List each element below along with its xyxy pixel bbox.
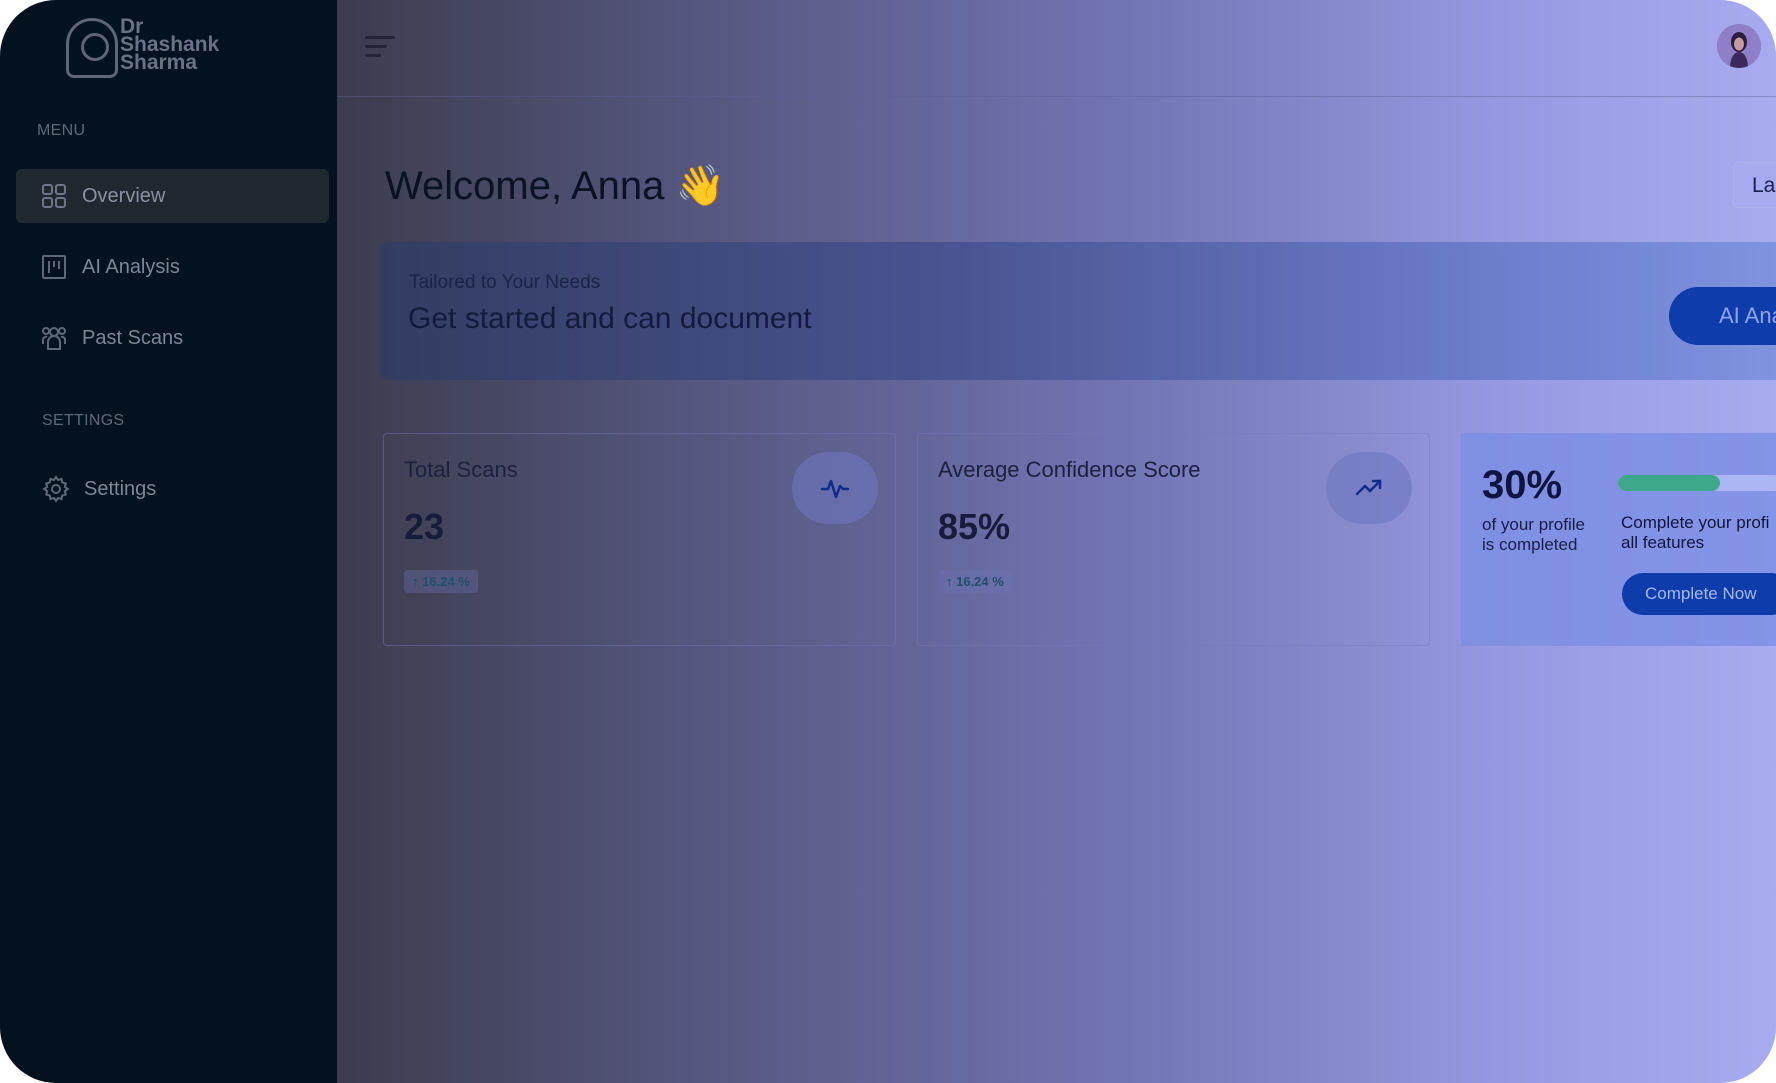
users-icon [40, 324, 68, 352]
banner-subtitle: Tailored to Your Needs [409, 272, 601, 293]
profile-message-line-2: all features [1621, 533, 1705, 552]
sidebar-item-settings[interactable]: Settings [16, 462, 329, 516]
activity-icon [792, 452, 878, 524]
banner-title: Get started and can document [408, 302, 812, 335]
main-content: Welcome, Anna 👋 Las Tailored to Your Nee… [337, 0, 1776, 1083]
sidebar-item-label: AI Analysis [82, 255, 180, 278]
stat-title: Average Confidence Score [938, 457, 1201, 482]
avatar[interactable] [1717, 24, 1761, 68]
profile-progress-bar [1618, 475, 1776, 491]
page-title: Welcome, Anna 👋 [385, 164, 726, 208]
profile-subtext: of your profile is completed [1482, 515, 1602, 555]
app-frame: Dr Shashank Sharma MENU Overview AI Anal… [0, 0, 1776, 1083]
sidebar-item-label: Overview [82, 184, 166, 207]
profile-subtext-line-1: of your profile [1482, 515, 1585, 534]
stat-value: 23 [404, 506, 445, 547]
top-bar [337, 0, 1776, 97]
hamburger-icon[interactable] [365, 36, 395, 60]
sidebar-item-past-scans[interactable]: Past Scans [16, 311, 329, 365]
stat-card-total-scans: Total Scans 23 ↑ 16.24 % [383, 433, 896, 646]
stat-change-badge: ↑ 16.24 % [938, 570, 1012, 593]
profile-message-line-1: Complete your profi [1621, 513, 1770, 532]
logo-icon [66, 18, 118, 78]
stat-change-badge: ↑ 16.24 % [404, 570, 478, 593]
sidebar-item-label: Past Scans [82, 326, 184, 349]
profile-message: Complete your profi all features [1621, 513, 1776, 553]
sidebar-item-ai-analysis[interactable]: AI Analysis [16, 240, 329, 294]
brand-name: Dr Shashank Sharma [120, 16, 219, 74]
profile-completion-card: 30% of your profile is completed Complet… [1461, 433, 1776, 646]
complete-now-button[interactable]: Complete Now [1622, 573, 1776, 615]
kanban-icon [40, 253, 68, 281]
welcome-banner: Tailored to Your Needs Get started and c… [379, 242, 1776, 380]
profile-progress-fill [1618, 475, 1720, 491]
stat-value: 85% [938, 506, 1011, 547]
ai-analysis-button[interactable]: AI Analysis [1669, 287, 1776, 345]
sidebar-item-overview[interactable]: Overview [16, 169, 329, 223]
last-period-button[interactable]: Las [1733, 162, 1776, 208]
stat-card-confidence: Average Confidence Score 85% ↑ 16.24 % [917, 433, 1430, 646]
settings-section-label: SETTINGS [42, 412, 125, 429]
brand-line-3: Sharma [120, 51, 198, 74]
sidebar: Dr Shashank Sharma MENU Overview AI Anal… [0, 0, 337, 1083]
grid-icon [40, 182, 68, 210]
menu-section-label: MENU [37, 122, 86, 139]
stat-title: Total Scans [404, 457, 518, 482]
gear-icon [42, 475, 70, 503]
brand-logo[interactable]: Dr Shashank Sharma [66, 16, 219, 78]
profile-subtext-line-2: is completed [1482, 535, 1578, 554]
trending-up-icon [1326, 452, 1412, 524]
sidebar-item-label: Settings [84, 477, 157, 500]
profile-percent: 30% [1482, 463, 1563, 507]
